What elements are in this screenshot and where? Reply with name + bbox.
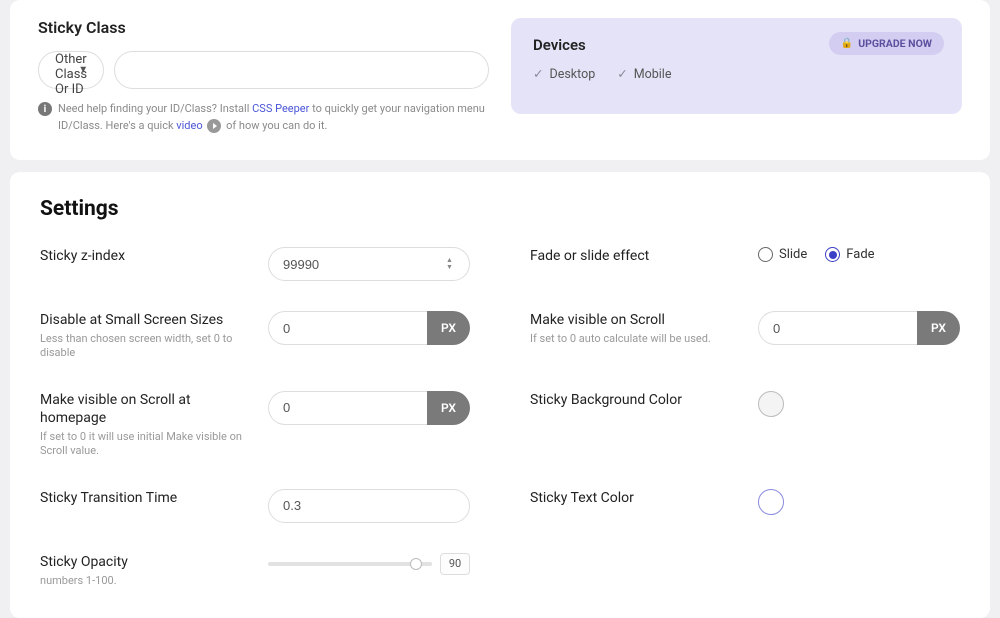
- devices-row: ✓ Desktop ✓ Mobile: [533, 66, 940, 82]
- play-icon[interactable]: [207, 119, 221, 133]
- css-peeper-link[interactable]: CSS Peeper: [252, 102, 309, 115]
- disable-small-label-text: Disable at Small Screen Sizes: [40, 312, 223, 328]
- visible-scroll-label: Make visible on Scroll If set to 0 auto …: [530, 311, 740, 346]
- field-opacity: Sticky Opacity numbers 1-100. 90: [40, 553, 470, 588]
- visible-scroll-input[interactable]: [758, 311, 917, 345]
- field-disable-small: Disable at Small Screen Sizes Less than …: [40, 311, 470, 361]
- upgrade-label: UPGRADE NOW: [858, 37, 932, 50]
- field-transition: Sticky Transition Time: [40, 489, 470, 523]
- text-color-label: Sticky Text Color: [530, 489, 740, 507]
- radio-fade-label: Fade: [846, 247, 874, 262]
- opacity-label-text: Sticky Opacity: [40, 554, 128, 570]
- settings-card: Settings Sticky z-index ▲▼ Fade or slide…: [10, 172, 990, 618]
- opacity-value: 90: [440, 553, 470, 575]
- class-select[interactable]: Other Class Or ID: [38, 51, 104, 89]
- sticky-class-controls: Other Class Or ID ▼: [38, 51, 489, 89]
- field-text-color: Sticky Text Color: [530, 489, 960, 523]
- class-id-input[interactable]: [114, 51, 489, 89]
- check-icon: ✓: [617, 67, 627, 82]
- opacity-sub: numbers 1-100.: [40, 574, 250, 588]
- visible-scroll-home-label: Make visible on Scroll at homepage If se…: [40, 391, 250, 459]
- sticky-class-title: Sticky Class: [38, 18, 489, 37]
- settings-grid: Sticky z-index ▲▼ Fade or slide effect S…: [40, 247, 960, 588]
- visible-scroll-home-label-text: Make visible on Scroll at homepage: [40, 392, 191, 426]
- hint-text: Need help finding your ID/Class? Install…: [58, 101, 489, 134]
- px-unit: PX: [917, 311, 960, 345]
- field-zindex: Sticky z-index ▲▼: [40, 247, 470, 281]
- opacity-label: Sticky Opacity numbers 1-100.: [40, 553, 250, 588]
- px-unit: PX: [427, 311, 470, 345]
- radio-fade[interactable]: Fade: [825, 247, 874, 262]
- check-icon: ✓: [533, 67, 543, 82]
- bg-color-control: [758, 391, 960, 417]
- zindex-label: Sticky z-index: [40, 247, 250, 265]
- device-mobile-label: Mobile: [634, 67, 672, 82]
- settings-heading: Settings: [40, 197, 960, 221]
- visible-scroll-control: PX: [758, 311, 960, 345]
- empty-cell: [530, 553, 960, 588]
- transition-control: [268, 489, 470, 523]
- info-icon: i: [38, 102, 52, 116]
- field-visible-scroll-home: Make visible on Scroll at homepage If se…: [40, 391, 470, 459]
- upgrade-badge[interactable]: 🔒 UPGRADE NOW: [829, 32, 944, 55]
- radio-icon-selected: [825, 247, 840, 262]
- px-unit: PX: [427, 391, 470, 425]
- bg-color-swatch[interactable]: [758, 391, 784, 417]
- radio-icon: [758, 247, 773, 262]
- opacity-slider[interactable]: [268, 562, 432, 566]
- visible-scroll-home-sub: If set to 0 it will use initial Make vis…: [40, 430, 250, 459]
- disable-small-input[interactable]: [268, 311, 427, 345]
- hint-prefix: Need help finding your ID/Class? Install: [58, 102, 252, 115]
- transition-label: Sticky Transition Time: [40, 489, 250, 507]
- visible-scroll-sub: If set to 0 auto calculate will be used.: [530, 332, 740, 346]
- visible-scroll-home-control: PX: [268, 391, 470, 425]
- visible-scroll-home-input[interactable]: [268, 391, 427, 425]
- sticky-class-hint: i Need help finding your ID/Class? Insta…: [38, 101, 489, 134]
- zindex-control: ▲▼: [268, 247, 470, 281]
- class-select-wrap[interactable]: Other Class Or ID ▼: [38, 51, 104, 89]
- slider-thumb[interactable]: [410, 558, 422, 570]
- lock-icon: 🔒: [841, 38, 853, 49]
- field-bg-color: Sticky Background Color: [530, 391, 960, 459]
- devices-panel: 🔒 UPGRADE NOW Devices ✓Desktop ✓Mobile: [511, 18, 962, 114]
- field-visible-scroll: Make visible on Scroll If set to 0 auto …: [530, 311, 960, 361]
- field-effect: Fade or slide effect Slide Fade: [530, 247, 960, 281]
- zindex-input[interactable]: [268, 247, 470, 281]
- text-color-swatch[interactable]: [758, 489, 784, 515]
- disable-small-sub: Less than chosen screen width, set 0 to …: [40, 332, 250, 361]
- device-desktop-label: Desktop: [549, 67, 595, 82]
- bg-color-label: Sticky Background Color: [530, 391, 740, 409]
- effect-label: Fade or slide effect: [530, 247, 740, 265]
- opacity-control: 90: [268, 553, 470, 575]
- hint-suffix: of how you can do it.: [226, 119, 327, 132]
- sticky-class-column: Sticky Class Other Class Or ID ▼ i Need …: [38, 18, 489, 134]
- transition-input[interactable]: [268, 489, 470, 523]
- devices-column: 🔒 UPGRADE NOW Devices ✓Desktop ✓Mobile: [511, 18, 962, 134]
- stepper-icon[interactable]: ▲▼: [446, 257, 458, 271]
- device-desktop: ✓ Desktop: [533, 66, 595, 82]
- radio-slide-label: Slide: [779, 247, 807, 262]
- radio-slide[interactable]: Slide: [758, 247, 807, 262]
- disable-small-control: PX: [268, 311, 470, 345]
- video-link[interactable]: video: [176, 119, 202, 132]
- text-color-control: [758, 489, 960, 515]
- disable-small-label: Disable at Small Screen Sizes Less than …: [40, 311, 250, 361]
- device-mobile: ✓ Mobile: [617, 66, 671, 82]
- visible-scroll-label-text: Make visible on Scroll: [530, 312, 665, 328]
- sticky-class-card: Sticky Class Other Class Or ID ▼ i Need …: [10, 0, 990, 160]
- effect-radio-group: Slide Fade: [758, 247, 960, 262]
